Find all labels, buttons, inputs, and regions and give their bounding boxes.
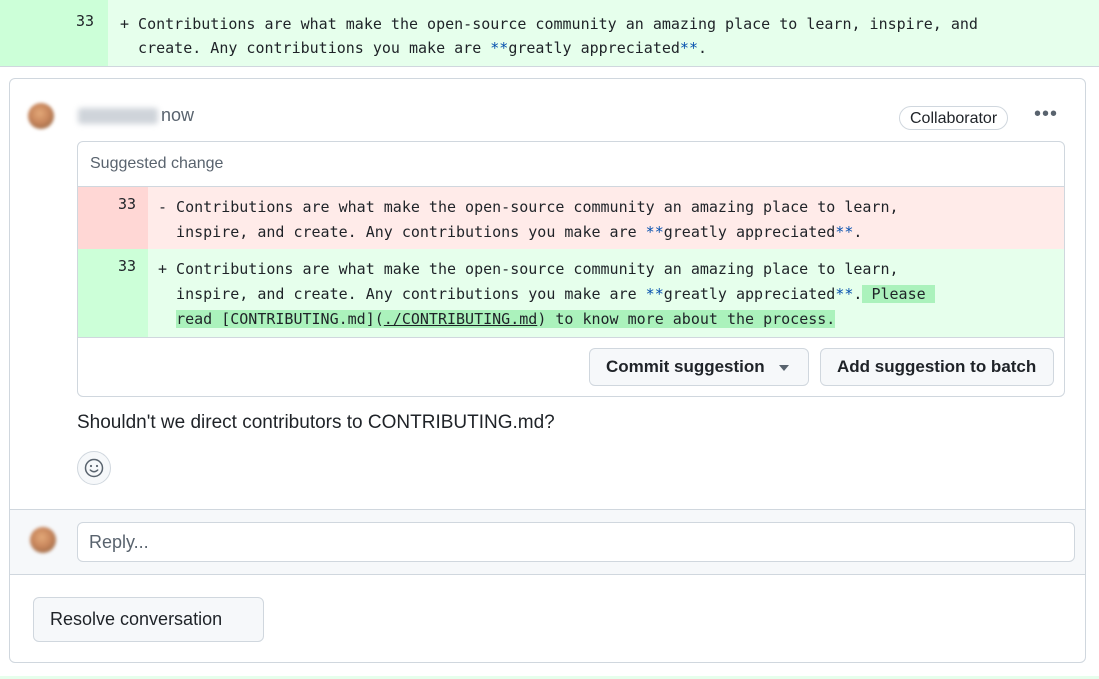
review-conversation: now Collaborator ••• Suggested change 33…: [9, 78, 1086, 663]
line-number: 33: [117, 195, 136, 213]
avatar[interactable]: [30, 527, 56, 553]
collaborator-badge: Collaborator: [899, 106, 1009, 130]
diff-line-added: 33 + Contributions are what make the ope…: [78, 249, 1064, 338]
diff-line-deleted: 33 - Contributions are what make the ope…: [78, 187, 1064, 249]
diff-line-code: + Contributions are what make the open-s…: [158, 257, 935, 332]
code-bold-text: greatly appreciated: [508, 39, 680, 57]
line-number-gutter: 33: [78, 249, 148, 337]
code-line-2: create. Any contributions you make are: [120, 39, 491, 57]
diff-line-code: - Contributions are what make the open-s…: [158, 195, 899, 245]
code-period: .: [697, 39, 708, 57]
smiley-icon[interactable]: [77, 451, 111, 485]
bold-marker: **: [645, 223, 664, 241]
code-text: read [CONTRIBUTING.md](: [176, 310, 384, 328]
bold-marker: **: [835, 223, 854, 241]
avatar[interactable]: [28, 103, 54, 129]
code-text: ) to know more about the process.: [537, 310, 836, 328]
suggested-change: Suggested change 33 - Contributions are …: [77, 141, 1065, 397]
kebab-horizontal-icon[interactable]: •••: [1034, 103, 1058, 126]
bold-marker: **: [645, 285, 664, 303]
line-number-gutter[interactable]: 33: [0, 0, 108, 66]
suggested-change-header: Suggested change: [78, 142, 1064, 187]
username-redacted[interactable]: [78, 108, 158, 124]
resolve-conversation-button[interactable]: Resolve conversation: [33, 597, 264, 642]
commit-suggestion-button[interactable]: Commit suggestion: [589, 348, 809, 386]
diff-line-code: + Contributions are what make the open-s…: [120, 12, 978, 60]
line-number-gutter: 33: [78, 187, 148, 249]
code-bold-text: greatly appreciated: [663, 285, 836, 303]
code-period: .: [853, 223, 863, 241]
code-line-2: inspire, and create. Any contributions y…: [158, 223, 646, 241]
commit-suggestion-label: Commit suggestion: [606, 357, 765, 376]
add-suggestion-to-batch-button[interactable]: Add suggestion to batch: [820, 348, 1054, 386]
code-highlight-line-3: read [CONTRIBUTING.md](./CONTRIBUTING.md…: [176, 310, 836, 328]
bold-marker: **: [679, 39, 698, 57]
bold-marker: **: [490, 39, 509, 57]
code-highlight: Please: [862, 285, 935, 303]
comment-body: Shouldn't we direct contributors to CONT…: [77, 412, 555, 433]
code-link: ./CONTRIBUTING.md: [383, 310, 538, 328]
code-line-2: inspire, and create. Any contributions y…: [158, 285, 646, 303]
reply-input[interactable]: [77, 522, 1075, 562]
code-line-1: - Contributions are what make the open-s…: [158, 198, 899, 216]
code-line-1: + Contributions are what make the open-s…: [158, 260, 899, 278]
diff-line-added: 33 + Contributions are what make the ope…: [0, 0, 1099, 67]
comment-timestamp[interactable]: now: [161, 105, 194, 126]
bold-marker: **: [835, 285, 854, 303]
code-bold-text: greatly appreciated: [663, 223, 836, 241]
line-number: 33: [117, 257, 136, 275]
line-number: 33: [75, 12, 94, 30]
triangle-down-icon: [778, 364, 789, 371]
code-line-1: + Contributions are what make the open-s…: [120, 15, 978, 33]
reply-area: [10, 509, 1085, 575]
